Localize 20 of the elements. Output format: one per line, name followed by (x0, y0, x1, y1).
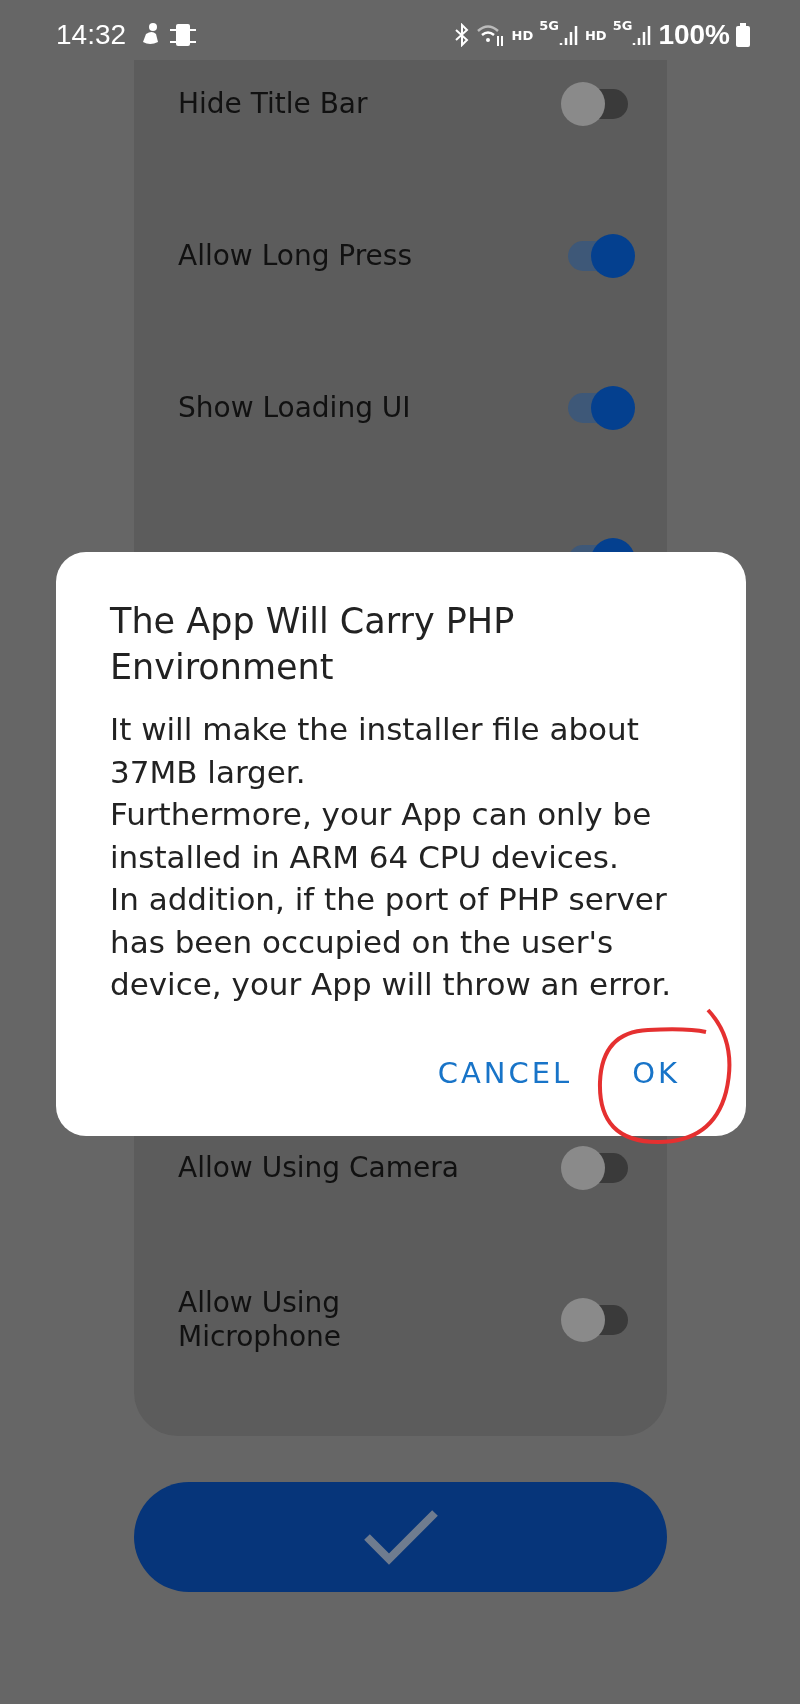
setting-label: Allow Using Camera (178, 1151, 459, 1185)
dialog-button[interactable]: CANCEL (417, 1043, 593, 1102)
hd-label: HD (511, 27, 534, 43)
dialog-title: The App Will Carry PHP Environment (110, 600, 516, 689)
network-label: 5G (612, 18, 633, 33)
bluetooth-icon (453, 23, 470, 47)
network-label: 5G (539, 18, 559, 33)
setting-label: Allow Using Microphone (178, 1286, 342, 1354)
setting-label: Allow Long Press (178, 239, 412, 273)
wifi-icon (475, 22, 506, 48)
clock: 14:32 (56, 19, 127, 51)
battery-level: 100% (658, 19, 730, 51)
dialog-button[interactable]: OK (612, 1043, 700, 1102)
signal-icon (559, 23, 579, 47)
hd-label: HD (585, 27, 607, 43)
dialog-message: It will make the installer file about 37MB larger. Furthermore, your App can only be installed in ARM 64 CPU devices. In addition, if the port of PHP server has been occupied on the user's device, your App will throw an error. (110, 710, 673, 1004)
battery-icon (736, 23, 750, 47)
setting-label: Show Loading UI (178, 391, 411, 425)
setting-label: Hide Title Bar (178, 87, 368, 121)
signal-icon (632, 23, 653, 47)
